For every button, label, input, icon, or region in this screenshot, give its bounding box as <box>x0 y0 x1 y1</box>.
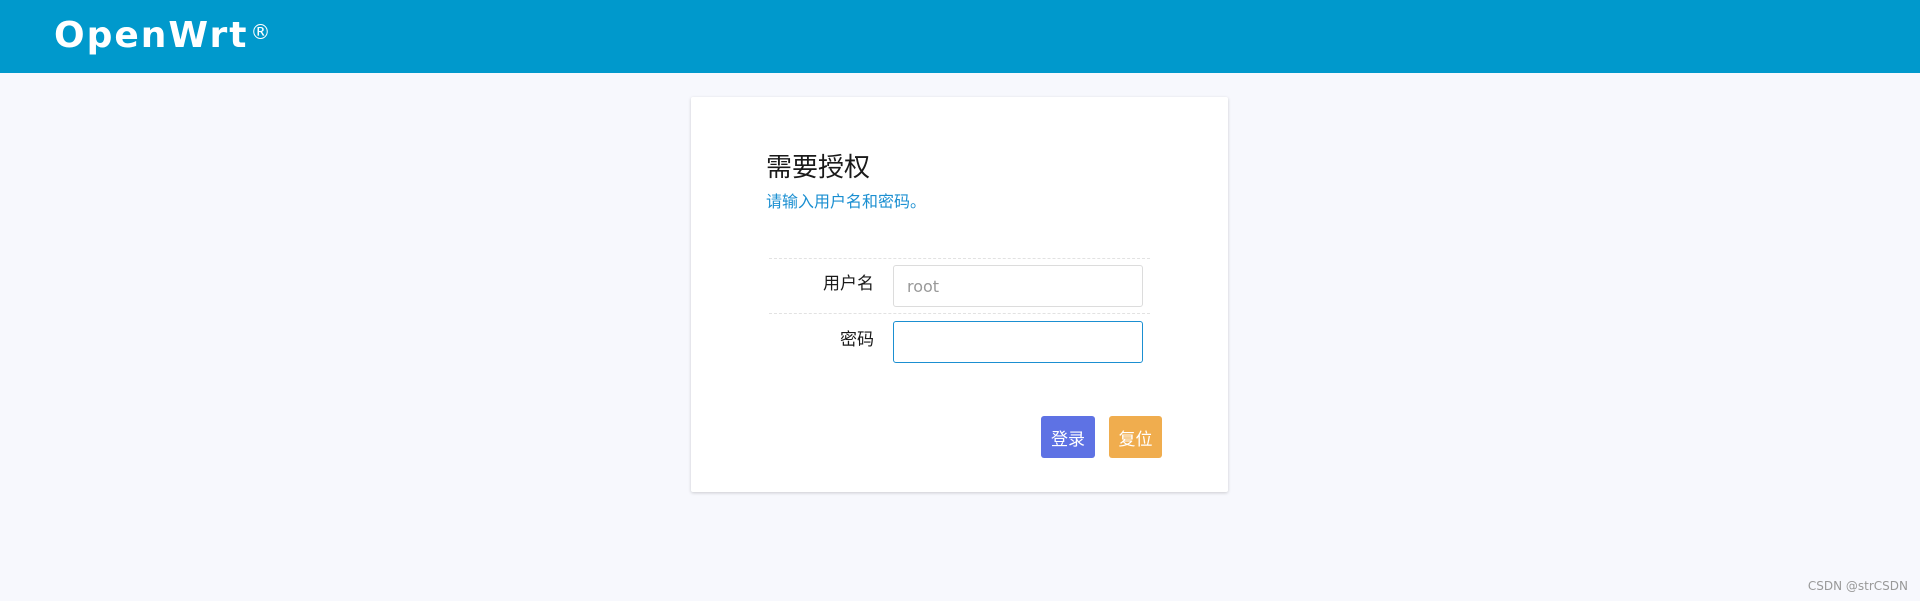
login-card: 需要授权 请输入用户名和密码。 用户名 密码 登录 复位 <box>691 97 1228 492</box>
row-divider <box>769 258 1150 259</box>
username-label: 用户名 <box>823 274 874 294</box>
page-subtitle: 请输入用户名和密码。 <box>766 192 927 211</box>
page-title: 需要授权 <box>766 153 871 183</box>
brand-name: OpenWrt <box>54 15 249 56</box>
top-header: OpenWrt ® <box>0 0 1920 73</box>
registered-mark: ® <box>250 20 273 44</box>
reset-button[interactable]: 复位 <box>1109 416 1162 458</box>
brand-logo[interactable]: OpenWrt ® <box>54 14 272 58</box>
watermark: CSDN @strCSDN <box>1807 579 1908 593</box>
password-field[interactable] <box>893 321 1143 363</box>
password-label: 密码 <box>840 330 874 350</box>
row-divider <box>769 313 1150 314</box>
login-button[interactable]: 登录 <box>1041 416 1095 458</box>
username-field[interactable] <box>893 265 1143 307</box>
